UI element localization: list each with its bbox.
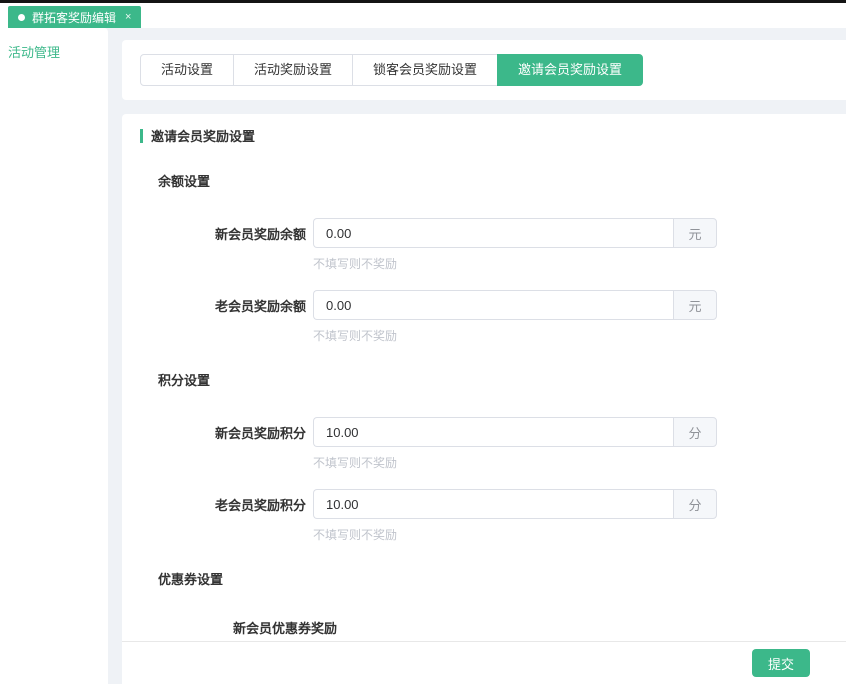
tab-invite-member-reward-settings[interactable]: 邀请会员奖励设置 — [497, 54, 643, 86]
tab-activity-reward-settings[interactable]: 活动奖励设置 — [233, 54, 353, 86]
new-member-balance-input[interactable] — [313, 218, 673, 248]
window-tab-active[interactable]: 群拓客奖励编辑 × — [8, 6, 141, 28]
tab-lock-member-reward-settings[interactable]: 锁客会员奖励设置 — [352, 54, 498, 86]
old-member-points-field: 老会员奖励积分 分 不填写则不奖励 — [140, 489, 846, 543]
new-member-balance-field: 新会员奖励余额 元 不填写则不奖励 — [140, 218, 846, 272]
new-member-balance-label: 新会员奖励余额 — [140, 224, 306, 243]
section-header: 邀请会员奖励设置 — [140, 126, 846, 145]
main-layout: 活动管理 活动设置 活动奖励设置 锁客会员奖励设置 邀请会员奖励设置 邀请会员奖… — [0, 28, 846, 684]
new-member-balance-hint: 不填写则不奖励 — [313, 255, 846, 272]
old-member-points-input[interactable] — [313, 489, 673, 519]
old-member-points-unit: 分 — [673, 489, 717, 519]
old-member-balance-label: 老会员奖励余额 — [140, 296, 306, 315]
new-member-points-hint: 不填写则不奖励 — [313, 454, 846, 471]
window-tab-title: 群拓客奖励编辑 — [32, 9, 116, 26]
points-settings-group: 积分设置 新会员奖励积分 分 不填写则不奖励 老会员奖励积分 — [140, 370, 846, 543]
form-card: 邀请会员奖励设置 余额设置 新会员奖励余额 元 不填写则不奖励 — [122, 114, 846, 641]
section-title: 邀请会员奖励设置 — [151, 126, 255, 145]
new-member-points-unit: 分 — [673, 417, 717, 447]
old-member-balance-hint: 不填写则不奖励 — [313, 327, 846, 344]
new-member-balance-input-group: 元 — [313, 218, 717, 248]
tab-activity-settings[interactable]: 活动设置 — [140, 54, 234, 86]
sidebar: 活动管理 — [0, 28, 108, 684]
old-member-balance-field: 老会员奖励余额 元 不填写则不奖励 — [140, 290, 846, 344]
old-member-balance-unit: 元 — [673, 290, 717, 320]
points-group-title: 积分设置 — [158, 370, 846, 389]
sidebar-item-activity-management[interactable]: 活动管理 — [8, 42, 100, 61]
main-area: 活动设置 活动奖励设置 锁客会员奖励设置 邀请会员奖励设置 邀请会员奖励设置 余… — [108, 28, 846, 684]
new-member-points-input[interactable] — [313, 417, 673, 447]
window-tab-bar: 群拓客奖励编辑 × — [0, 3, 846, 28]
settings-tabs-card: 活动设置 活动奖励设置 锁客会员奖励设置 邀请会员奖励设置 — [122, 40, 846, 100]
old-member-points-hint: 不填写则不奖励 — [313, 526, 846, 543]
old-member-balance-input[interactable] — [313, 290, 673, 320]
new-member-points-field: 新会员奖励积分 分 不填写则不奖励 — [140, 417, 846, 471]
coupon-group-title: 优惠券设置 — [158, 569, 846, 588]
footer-bar: 提交 — [122, 641, 846, 684]
section-accent-bar — [140, 129, 143, 143]
balance-settings-group: 余额设置 新会员奖励余额 元 不填写则不奖励 老会员奖励余额 — [140, 171, 846, 344]
coupon-settings-group: 优惠券设置 新会员优惠券奖励 选择优惠券 — [140, 569, 846, 641]
new-member-points-label: 新会员奖励积分 — [140, 423, 306, 442]
tab-active-dot-icon — [18, 14, 25, 21]
tab-close-icon[interactable]: × — [125, 11, 131, 23]
old-member-points-input-group: 分 — [313, 489, 717, 519]
new-member-coupon-label: 新会员优惠券奖励 — [233, 618, 846, 637]
old-member-balance-input-group: 元 — [313, 290, 717, 320]
old-member-points-label: 老会员奖励积分 — [140, 495, 306, 514]
new-member-balance-unit: 元 — [673, 218, 717, 248]
balance-group-title: 余额设置 — [158, 171, 846, 190]
submit-button[interactable]: 提交 — [752, 649, 810, 677]
new-member-points-input-group: 分 — [313, 417, 717, 447]
